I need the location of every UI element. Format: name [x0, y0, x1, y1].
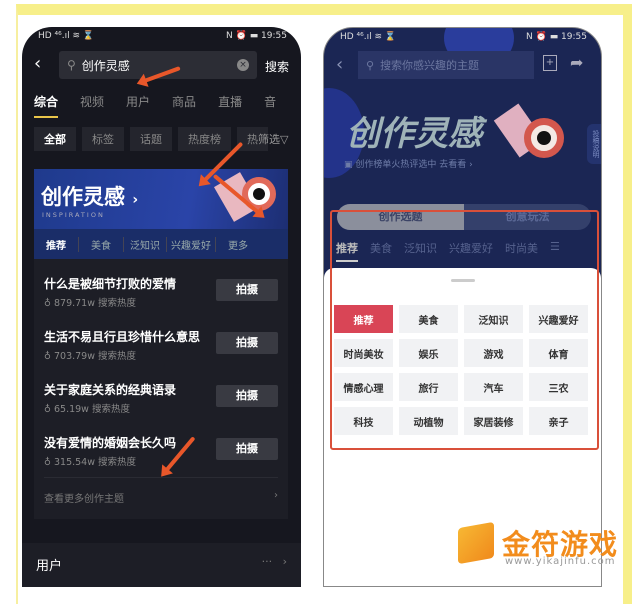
- search-icon: ⚲: [67, 58, 76, 72]
- status-icons: HD ⁴⁶.ıl ≋ ⌛: [38, 31, 95, 41]
- banner-tab-recommended[interactable]: 推荐: [34, 237, 78, 252]
- tab-video[interactable]: 视频: [80, 93, 104, 118]
- fire-icon: ♁: [44, 298, 54, 309]
- cube-logo-icon: [458, 521, 494, 565]
- status-time: N ⏰ ▬ 19:55: [526, 32, 587, 42]
- status-bar: HD ⁴⁶.ıl ≋ ⌛ N ⏰ ▬ 19:55: [38, 31, 287, 45]
- highlight-box: [330, 210, 599, 450]
- list-item[interactable]: 关于家庭关系的经典语录 ♁ 65.19w 搜索热度 拍摄: [44, 381, 278, 415]
- chevron-right-icon: ›: [274, 490, 278, 501]
- tab-live[interactable]: 直播: [218, 93, 242, 118]
- result-tabs: 综合 视频 用户 商品 直播 音: [34, 93, 276, 118]
- banner-title: 创作灵感: [41, 185, 125, 209]
- list-item[interactable]: 没有爱情的婚姻会长久吗 ♁ 315.54w 搜索热度 拍摄: [44, 434, 278, 468]
- eye-illustration-icon: [493, 98, 584, 168]
- banner-tab-food[interactable]: 美食: [78, 236, 123, 252]
- chip-topics[interactable]: 话题: [130, 127, 172, 151]
- item-heat: 315.54w 搜索热度: [53, 457, 137, 468]
- share-icon[interactable]: ➦: [570, 53, 583, 72]
- search-button[interactable]: 搜索: [265, 58, 289, 75]
- section-title: 用户: [36, 559, 63, 574]
- more-topics-label: 查看更多创作主题: [44, 494, 124, 505]
- fire-icon: ♁: [44, 457, 54, 468]
- tab-user[interactable]: 用户: [126, 93, 150, 118]
- page-title: 创作灵感: [346, 114, 482, 154]
- shoot-button[interactable]: 拍摄: [216, 332, 278, 354]
- chevron-right-icon: ›: [132, 192, 139, 208]
- list-item[interactable]: 生活不易且行且珍惜什么意思 ♁ 703.79w 搜索热度 拍摄: [44, 328, 278, 362]
- banner-tab-more[interactable]: 更多: [215, 236, 260, 252]
- tab-comprehensive[interactable]: 综合: [34, 93, 59, 118]
- list-item[interactable]: 什么是被细节打败的爱情 ♁ 879.71w 搜索热度 拍摄: [44, 275, 278, 309]
- search-placeholder: 搜索你感兴趣的主题: [380, 59, 480, 72]
- search-icon: ⚲: [366, 58, 375, 72]
- more-topics-link[interactable]: 查看更多创作主题 ›: [44, 477, 278, 505]
- chip-hot-list[interactable]: 热度榜: [178, 127, 231, 151]
- more-icon[interactable]: ···: [262, 555, 273, 568]
- back-icon[interactable]: ‹: [336, 54, 343, 75]
- item-heat: 65.19w 搜索热度: [53, 404, 130, 415]
- chip-all[interactable]: 全部: [34, 127, 76, 151]
- item-heat: 703.79w 搜索热度: [53, 351, 137, 362]
- shoot-button[interactable]: 拍摄: [216, 438, 278, 460]
- clear-icon[interactable]: ×: [237, 59, 249, 71]
- notice-link[interactable]: 创作榜单火热评选中 去看看 ›: [355, 160, 472, 170]
- shoot-button[interactable]: 拍摄: [216, 279, 278, 301]
- item-heat: 879.71w 搜索热度: [53, 298, 137, 309]
- watermark-url: www.yikajinfu.com: [505, 556, 616, 567]
- users-section[interactable]: 用户 ··· ›: [22, 543, 301, 587]
- tab-goods[interactable]: 商品: [172, 93, 196, 118]
- status-bar: HD ⁴⁶.ıl ≋ ⌛ N ⏰ ▬ 19:55: [340, 32, 587, 46]
- medal-icon: ▣: [344, 160, 356, 170]
- bookmark-icon[interactable]: +: [543, 55, 557, 71]
- back-icon[interactable]: ‹: [34, 53, 41, 74]
- filter-button[interactable]: 筛选▽: [258, 131, 288, 147]
- search-value: 创作灵感: [81, 58, 130, 73]
- banner-tab-hobby[interactable]: 兴趣爱好: [166, 236, 215, 252]
- tab-music[interactable]: 音: [264, 93, 276, 118]
- submission-guide-tab[interactable]: 投稿说明: [587, 124, 601, 164]
- status-time: N ⏰ ▬ 19:55: [226, 31, 287, 41]
- fire-icon: ♁: [44, 404, 54, 415]
- status-icons: HD ⁴⁶.ıl ≋ ⌛: [340, 32, 397, 42]
- search-results-screen: HD ⁴⁶.ıl ≋ ⌛ N ⏰ ▬ 19:55 ‹ ⚲ 创作灵感 × 搜索 综合…: [22, 27, 301, 587]
- banner-tab-knowledge[interactable]: 泛知识: [123, 236, 166, 252]
- chip-tags[interactable]: 标签: [82, 127, 124, 151]
- banner-subtitle: INSPIRATION: [42, 211, 105, 219]
- shoot-button[interactable]: 拍摄: [216, 385, 278, 407]
- inspiration-banner[interactable]: 创作灵感 › INSPIRATION 推荐 美食 泛知识 兴趣爱好 更多: [34, 169, 288, 259]
- topic-search-input[interactable]: ⚲ 搜索你感兴趣的主题: [358, 51, 534, 79]
- topic-list: 什么是被细节打败的爱情 ♁ 879.71w 搜索热度 拍摄 生活不易且行且珍惜什么意…: [34, 259, 288, 519]
- fire-icon: ♁: [44, 351, 54, 362]
